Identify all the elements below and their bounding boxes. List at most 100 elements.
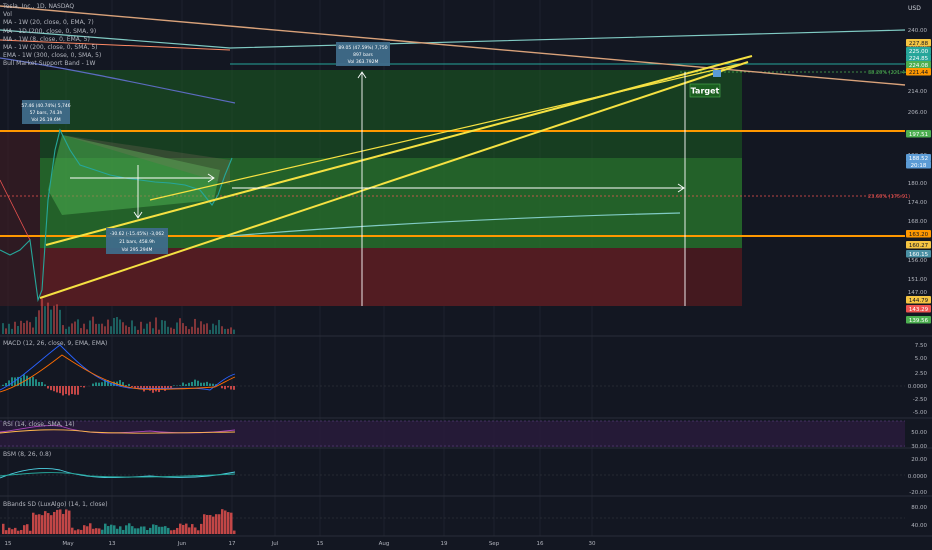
price-tag[interactable]: 20:18 [906,161,931,169]
long-info-box[interactable]: 57.46 (40.74%) 5,746 57 bars, 74.3h Vol … [21,100,71,124]
legend-ma-1w-20[interactable]: MA - 1W (20, close, 0, EMA, 7) [3,19,101,27]
price-tag[interactable]: 227.88 [906,39,931,47]
macd-label[interactable]: MACD (12, 26, close, 9, EMA, EMA) [3,340,107,347]
volume-bar [8,323,10,334]
time-tick-label[interactable]: Sep [489,541,500,547]
price-tag[interactable]: 197.51 [906,130,931,138]
indicator-tick-label: 40.00 [911,523,927,529]
bbands-label[interactable]: BBands SD (LuxAlgo) (14, 1, close) [3,501,108,508]
time-tick-label[interactable]: 15 [317,541,324,547]
price-tag-label: 143.29 [909,307,929,313]
price-tag[interactable]: 188.52 [906,154,931,162]
proj-info-line-1: 89.05 (47.59%) 7,750 [338,45,387,51]
price-tag-label: 163.20 [909,232,929,238]
macd-histogram-bar [233,386,235,390]
bbands-bar [221,509,224,534]
macd-histogram-bar [23,374,25,386]
legend-title[interactable]: Tesla, Inc., 1D, NASDAQ [3,3,101,11]
rsi-pane[interactable] [0,420,905,447]
time-tick-label[interactable]: Jun [177,541,187,547]
macd-histogram-bar [59,386,61,394]
volume-bar [101,323,103,334]
bbands-bar [182,524,185,534]
macd-histogram-bar [65,386,67,395]
target-marker[interactable] [713,70,721,77]
bbands-bar [50,515,53,534]
macd-histogram-bar [5,382,7,386]
volume-bar [14,321,16,334]
volume-bar [170,327,172,334]
volume-bar [80,328,82,334]
currency-label[interactable]: USD [908,5,921,12]
volume-bar [155,317,157,334]
time-tick-label[interactable]: 17 [229,541,236,547]
time-tick-label[interactable]: May [62,541,74,547]
bbands-bar [59,509,62,534]
time-tick-label[interactable]: 19 [441,541,448,547]
price-tag[interactable]: 224.85 [906,54,931,62]
volume-bar [104,326,106,334]
macd-histogram-bar [206,381,208,386]
volume-bar [131,320,133,334]
bbands-bar [32,512,35,534]
fib-236-label: 23.60% (175.91) [868,194,910,200]
bbands-bar [92,528,95,534]
macd-histogram-bar [182,382,184,386]
macd-histogram-bar [83,386,85,388]
price-tag[interactable]: 144.79 [906,296,931,304]
price-tag[interactable]: 160.15 [906,250,931,258]
legend-ma-1d-200[interactable]: MA - 1D (200, close, 0, SMA, 9) [3,28,101,36]
chart-legend: Tesla, Inc., 1D, NASDAQ Vol MA - 1W (20,… [3,3,101,69]
bbands-bar [164,526,167,534]
bbands-bar [86,526,89,534]
rsi-label[interactable]: RSI (14, close, SMA, 14) [3,421,75,428]
time-tick-label[interactable]: 30 [589,541,596,547]
volume-bar [161,320,163,334]
bbands-bar [2,523,5,534]
bbands-bar [74,530,77,534]
macd-histogram-bar [80,386,82,387]
volume-bar [74,321,76,334]
legend-ma-1w-200[interactable]: MA - 1W (200, close, 0, SMA, 5) [3,44,101,52]
legend-ma-1w-8[interactable]: MA - 1W (8, close, 0, EMA, 5) [3,36,101,44]
bbands-bar [41,515,44,534]
time-tick-label[interactable]: 15 [5,541,12,547]
volume-bar [68,326,70,334]
legend-bull-band[interactable]: Bull Market Support Band - 1W [3,60,101,68]
volume-bar [32,327,34,334]
volume-bar [176,322,178,334]
time-tick-label[interactable]: Aug [379,541,390,547]
short-info-box[interactable]: -30.62 (-15.45%) -3,062 21 bars, 458.9h … [106,228,168,254]
target-label: Target [691,87,720,96]
bbands-bar [155,525,158,534]
volume-bar [149,321,151,334]
bbands-bar [122,529,125,534]
volume-bar [233,329,235,334]
bbands-bar [53,511,56,534]
projection-info-box[interactable]: 89.05 (47.59%) 7,750 897 bars Vol 363.79… [336,42,390,66]
volume-bar [116,317,118,334]
volume-bar [167,326,169,334]
macd-histogram-bar [188,382,190,386]
bsm-label[interactable]: BSM (8, 26, 0.8) [3,451,51,458]
price-tag[interactable]: 225.00 [906,47,931,55]
macd-histogram-bar [230,386,232,390]
legend-ema-1w-300[interactable]: EMA - 1W (300, close, 0, SMA, 5) [3,52,101,60]
indicator-tick-label: 7.50 [915,343,928,349]
legend-vol[interactable]: Vol [3,11,101,19]
price-tag[interactable]: 221.44 [906,68,931,76]
macd-histogram-bar [167,386,169,389]
price-tag[interactable]: 160.27 [906,241,931,249]
price-tag[interactable]: 163.20 [906,230,931,238]
chart-canvas[interactable]: Target 38.20% (221.44) 23.60% (175.91) 5… [0,0,932,550]
macd-histogram-bar [26,375,28,386]
time-tick-label[interactable]: 16 [537,541,544,547]
time-tick-label[interactable]: Jul [271,541,279,547]
time-tick-label[interactable]: 13 [109,541,116,547]
volume-bar [209,329,211,334]
price-tag[interactable]: 143.29 [906,305,931,313]
price-tag[interactable]: 139.56 [906,316,931,324]
price-tag[interactable]: 224.08 [906,61,931,69]
bbands-bar [215,514,218,534]
price-tag-label: 144.79 [909,298,929,304]
